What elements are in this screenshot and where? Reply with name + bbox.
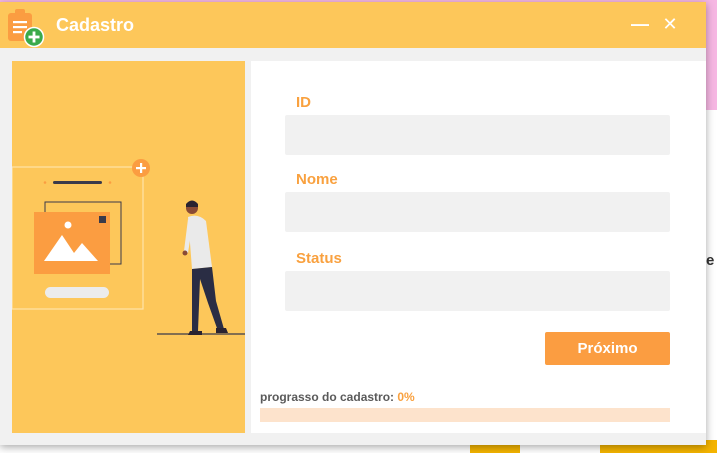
nome-label: Nome [296,171,338,188]
progress-value: 0% [397,390,415,404]
status-field[interactable] [285,271,670,311]
progress-label-text: prograsso do cadastro: [260,390,395,404]
id-field[interactable] [285,115,670,155]
form-panel: ID Nome Status Próximo prograsso do cada… [251,61,706,433]
minimize-button[interactable]: — [628,12,652,36]
illustration [12,159,245,335]
progress-bar [260,408,670,422]
image-card-icon [34,212,110,274]
id-label: ID [296,94,311,111]
plus-icon [132,159,150,177]
nome-field[interactable] [285,192,670,232]
person-icon [182,200,228,335]
progress-label: prograsso do cadastro: 0% [260,390,415,404]
title-bar[interactable]: Cadastro — ✕ [0,2,706,48]
window-title: Cadastro [56,15,135,35]
desktop-edge-text: e [706,252,715,269]
close-button[interactable]: ✕ [658,12,682,36]
status-label: Status [296,250,342,267]
next-button[interactable]: Próximo [545,332,670,365]
desktop-background-right [706,110,717,453]
cadastro-window: Cadastro — ✕ ID Nome Status Próximo prog… [0,2,706,445]
document-add-icon [8,9,45,48]
illustration-panel [12,61,245,433]
